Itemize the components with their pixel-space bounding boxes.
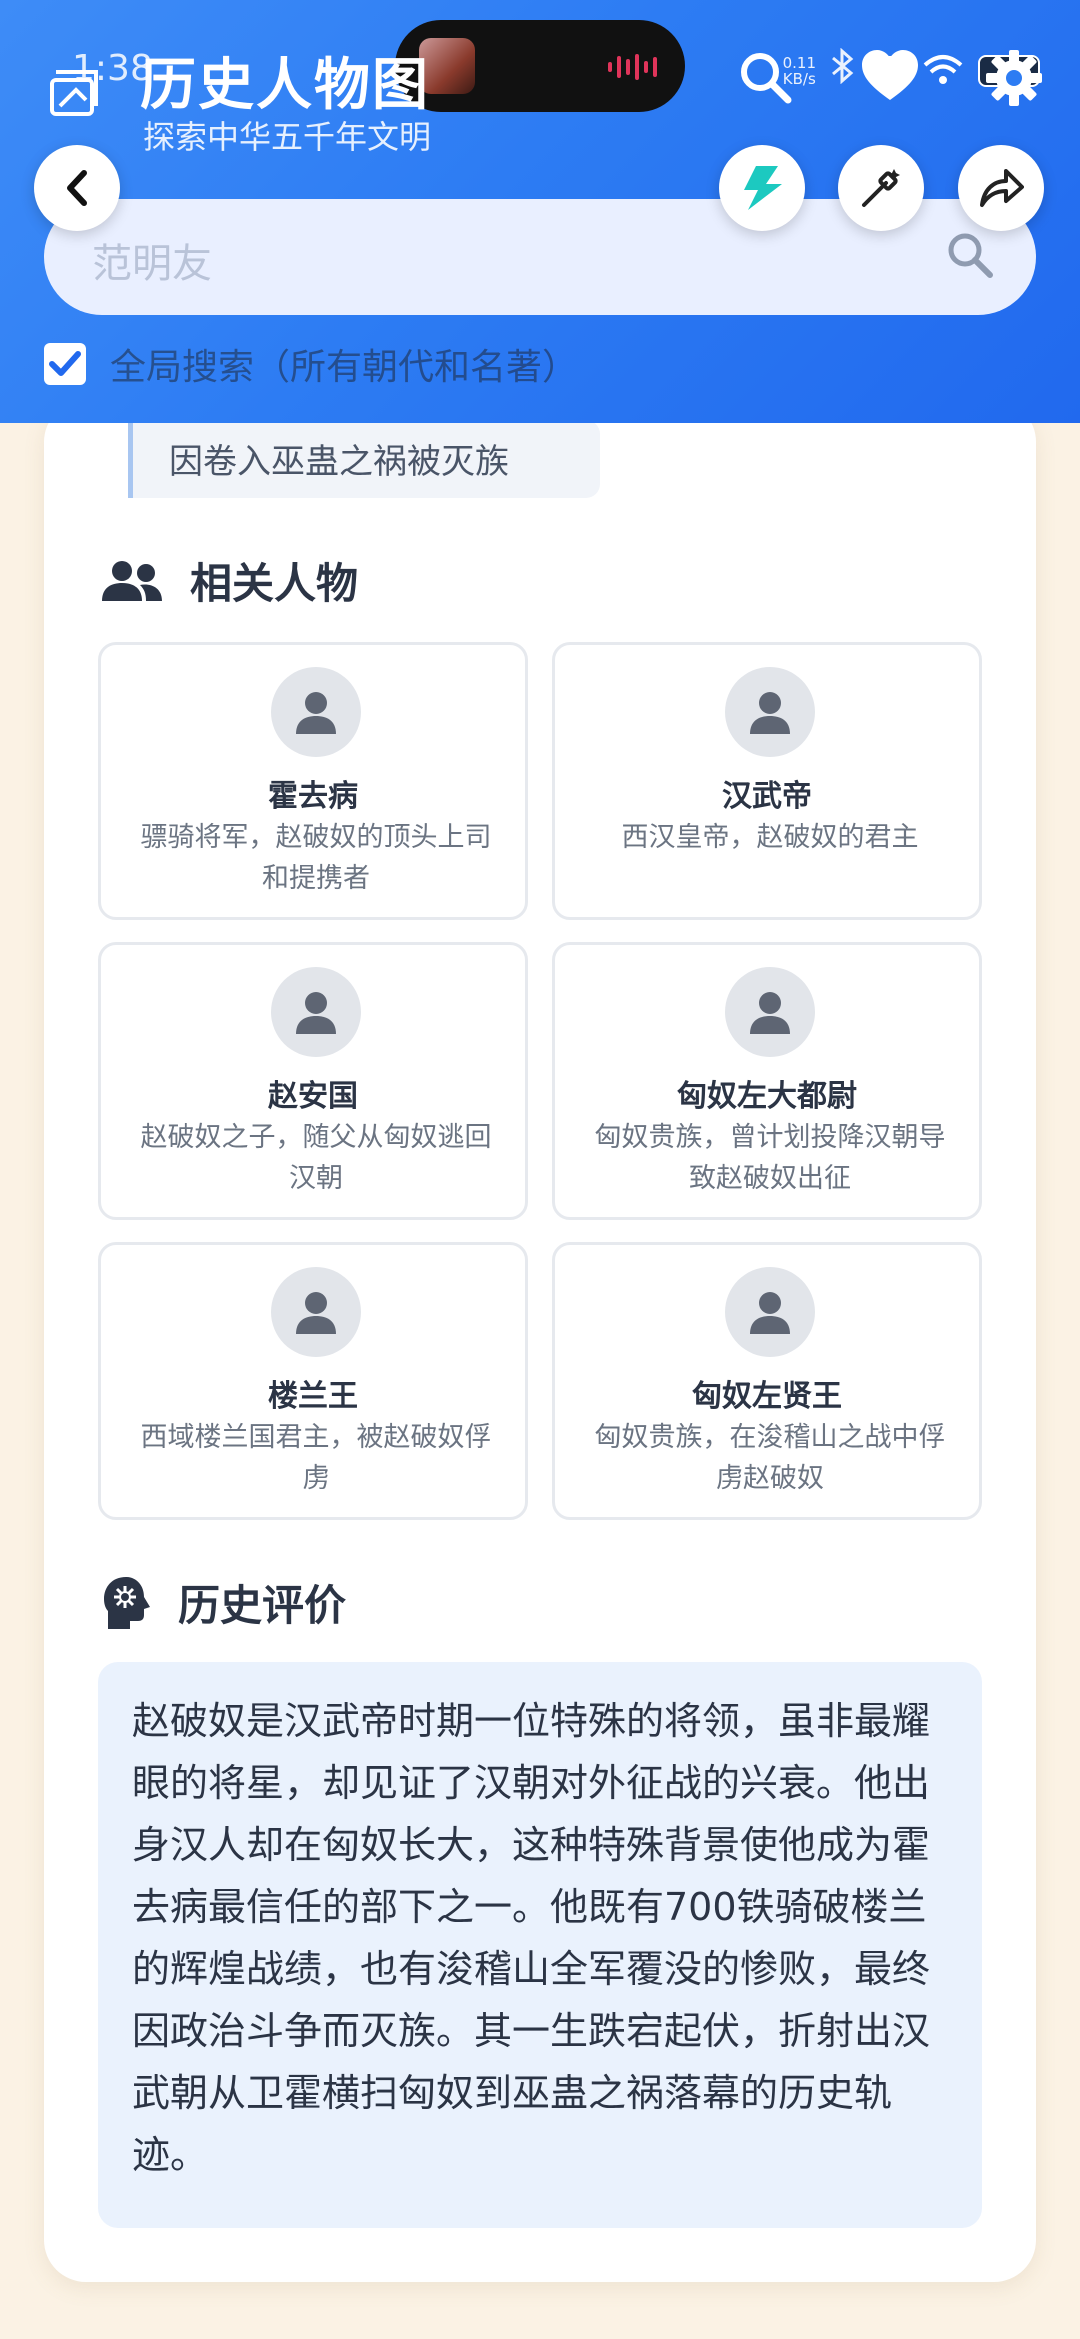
person-icon bbox=[296, 692, 336, 734]
person-icon bbox=[750, 992, 790, 1034]
event-quote: 因卷入巫蛊之祸被灭族 bbox=[128, 420, 600, 498]
person-name: 赵安国 bbox=[268, 1079, 358, 1114]
person-card[interactable]: 赵安国 赵破奴之子，随父从匈奴逃回汉朝 bbox=[98, 942, 528, 1220]
avatar bbox=[725, 967, 815, 1057]
avatar bbox=[725, 1267, 815, 1357]
flash-icon bbox=[744, 166, 782, 210]
person-desc: 匈奴贵族，曾计划投降汉朝导致赵破奴出征 bbox=[594, 1122, 946, 1194]
app-subtitle: 探索中华五千年文明 bbox=[143, 118, 432, 156]
gear-icon[interactable] bbox=[984, 48, 1044, 112]
global-search-checkbox[interactable] bbox=[44, 343, 86, 385]
person-name: 霍去病 bbox=[268, 779, 358, 814]
person-desc: 西汉皇帝，赵破奴的君主 bbox=[621, 822, 919, 853]
person-name: 汉武帝 bbox=[722, 779, 812, 814]
magic-wand-icon bbox=[862, 169, 900, 207]
person-name: 楼兰王 bbox=[268, 1379, 358, 1414]
app-title: 历史人物图 bbox=[140, 53, 430, 118]
search-icon[interactable] bbox=[736, 48, 796, 112]
evaluation-title: 历史评价 bbox=[178, 1581, 347, 1630]
audio-wave-icon bbox=[608, 54, 657, 80]
search-input[interactable]: 范明友 bbox=[92, 231, 212, 289]
global-search-option[interactable]: 全局搜索（所有朝代和名著） bbox=[44, 338, 578, 390]
app-header: 1:38 0.11 KB/s ✕ 79 历史人物图 探索中华五千年文明 bbox=[0, 0, 1080, 423]
evaluation-header: 历史评价 bbox=[100, 1572, 346, 1633]
search-field-icon[interactable] bbox=[944, 229, 996, 285]
avatar bbox=[271, 667, 361, 757]
avatar bbox=[725, 667, 815, 757]
person-card[interactable]: 匈奴左大都尉 匈奴贵族，曾计划投降汉朝导致赵破奴出征 bbox=[552, 942, 982, 1220]
avatar bbox=[271, 1267, 361, 1357]
brain-head-icon bbox=[104, 1576, 150, 1629]
global-search-label: 全局搜索（所有朝代和名著） bbox=[110, 347, 579, 388]
person-name: 匈奴左贤王 bbox=[692, 1379, 842, 1414]
heart-icon[interactable] bbox=[860, 48, 920, 112]
share-icon bbox=[980, 169, 1024, 207]
person-icon bbox=[750, 692, 790, 734]
person-card[interactable]: 匈奴左贤王 匈奴贵族，在浚稽山之战中俘虏赵破奴 bbox=[552, 1242, 982, 1520]
magic-button[interactable] bbox=[838, 145, 924, 231]
person-card[interactable]: 楼兰王 西域楼兰国君主，被赵破奴俘虏 bbox=[98, 1242, 528, 1520]
person-icon bbox=[750, 1292, 790, 1334]
checkmark-icon bbox=[49, 351, 81, 376]
person-card[interactable]: 霍去病 骠骑将军，赵破奴的顶头上司和提携者 bbox=[98, 642, 528, 920]
dynamic-island[interactable] bbox=[395, 20, 685, 112]
person-card[interactable]: 汉武帝 西汉皇帝，赵破奴的君主 bbox=[552, 642, 982, 920]
person-icon bbox=[296, 992, 336, 1034]
person-desc: 匈奴贵族，在浚稽山之战中俘虏赵破奴 bbox=[594, 1422, 946, 1494]
related-people-header: 相关人物 bbox=[100, 550, 358, 611]
back-button[interactable] bbox=[34, 145, 120, 231]
share-button[interactable] bbox=[958, 145, 1044, 231]
person-desc: 西域楼兰国君主，被赵破奴俘虏 bbox=[140, 1422, 492, 1494]
back-icon bbox=[67, 170, 87, 206]
evaluation-text: 赵破奴是汉武帝时期一位特殊的将领，虽非最耀眼的将星，却见证了汉朝对外征战的兴衰。… bbox=[98, 1662, 982, 2228]
person-desc: 赵破奴之子，随父从匈奴逃回汉朝 bbox=[140, 1122, 492, 1194]
person-icon bbox=[296, 1292, 336, 1334]
people-icon bbox=[102, 560, 162, 601]
related-people-title: 相关人物 bbox=[190, 559, 359, 608]
app-logo-icon bbox=[46, 66, 106, 120]
app-title-row: 历史人物图 bbox=[140, 40, 430, 121]
person-desc: 骠骑将军，赵破奴的顶头上司和提携者 bbox=[140, 822, 492, 894]
quick-action-button[interactable] bbox=[719, 145, 805, 231]
avatar bbox=[271, 967, 361, 1057]
person-name: 匈奴左大都尉 bbox=[677, 1079, 857, 1114]
header-actions bbox=[736, 48, 1044, 112]
